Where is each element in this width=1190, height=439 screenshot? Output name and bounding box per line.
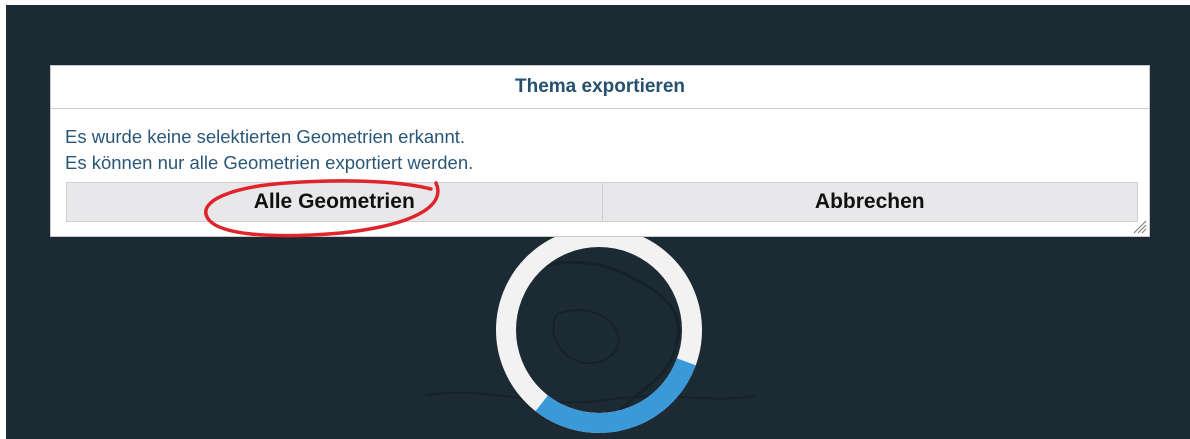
dialog-message: Es wurde keine selektierten Geometrien e… <box>51 109 1149 176</box>
dialog-button-row: Alle Geometrien Abbrechen <box>66 182 1138 222</box>
app-background: Thema exportieren Es wurde keine selekti… <box>6 5 1190 439</box>
resize-grip-icon[interactable] <box>1131 218 1147 234</box>
export-dialog: Thema exportieren Es wurde keine selekti… <box>50 65 1150 237</box>
spinner-progress-arc <box>496 227 702 433</box>
all-geometries-button[interactable]: Alle Geometrien <box>67 183 602 221</box>
cancel-button[interactable]: Abbrechen <box>601 183 1137 221</box>
message-line-2: Es können nur alle Geometrien exportiert… <box>65 152 474 173</box>
dialog-title: Thema exportieren <box>51 66 1149 109</box>
loading-spinner <box>496 227 702 433</box>
message-line-1: Es wurde keine selektierten Geometrien e… <box>65 126 466 147</box>
